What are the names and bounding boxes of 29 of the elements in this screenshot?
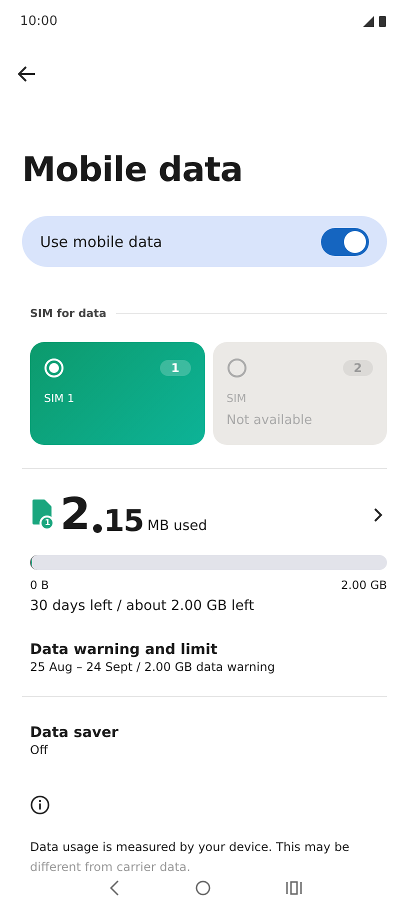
back-arrow-icon[interactable] (18, 66, 36, 82)
radio-icon (226, 358, 246, 378)
back-icon[interactable] (108, 880, 120, 896)
mobile-data-card[interactable]: Use mobile data (22, 216, 387, 267)
bar-max-label: 2.00 GB (340, 578, 387, 592)
page-title: Mobile data (22, 150, 244, 190)
info-text: Data usage is measured by your device. This may be different from carrier data. (30, 839, 350, 876)
settings-item[interactable]: Data warning and limit 25 Aug – 24 Sept / 2.00 GB data warning (22, 642, 387, 697)
toggle-switch[interactable] (321, 228, 369, 256)
chevron-right-icon[interactable] (373, 507, 383, 523)
recents-icon[interactable] (286, 881, 302, 895)
sim-number: 1 (44, 517, 51, 529)
usage-amount: 2 15 (60, 493, 144, 537)
sim-name: SIM 1 (44, 392, 76, 405)
bar-min-label: 0 B (30, 578, 49, 592)
toggle-label: Use mobile data (40, 232, 162, 250)
sim-status: Not available (226, 413, 314, 428)
radio-icon (44, 358, 64, 378)
sim-number: 2 (342, 360, 373, 376)
info-icon (30, 795, 50, 815)
remaining-text: 30 days left / about 2.00 GB left (29, 598, 256, 614)
section-label: SIM for data (30, 307, 106, 320)
home-icon[interactable] (194, 880, 210, 896)
sim-name: SIM (226, 392, 248, 405)
usage-unit: MB used (147, 518, 208, 534)
sim-number: 1 (160, 360, 190, 376)
status-time: 10:00 (20, 14, 58, 28)
settings-item[interactable]: Data saver Off (22, 725, 387, 757)
signal-battery-icon (363, 15, 389, 27)
